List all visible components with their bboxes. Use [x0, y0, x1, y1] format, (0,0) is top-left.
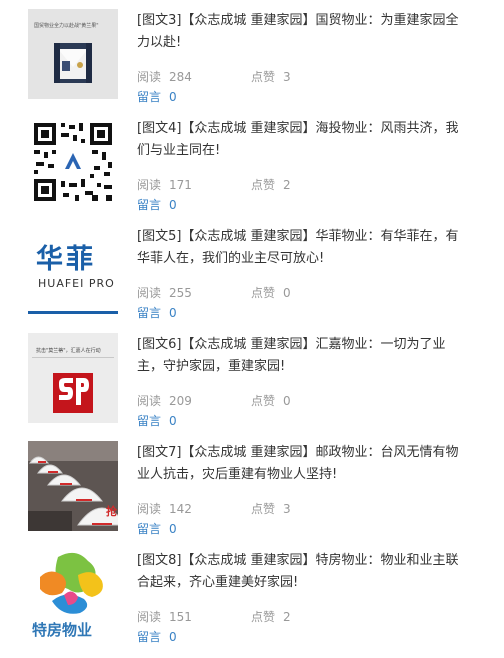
- article-list: 国贸物业全力以赴战"黄兰果" [图文3]【众志成城 重建家园】国贸物业：为重建家…: [0, 0, 504, 658]
- like-count: 点赞 0: [251, 286, 291, 300]
- read-count: 阅读 171: [137, 178, 192, 192]
- read-count: 阅读 284: [137, 70, 192, 84]
- article-thumbnail[interactable]: 特房物业: [28, 549, 118, 639]
- article-stats: 阅读 151 点赞 2: [137, 608, 437, 626]
- article-title[interactable]: [图文3]【众志成城 重建家园】国贸物业：为重建家园全力以赴!: [137, 10, 467, 54]
- article-thumbnail[interactable]: [28, 117, 118, 207]
- helmet-label: 抢: [106, 505, 117, 518]
- like-count: 点赞 2: [251, 610, 291, 624]
- comment-link[interactable]: 留言 0: [137, 88, 177, 105]
- article-item[interactable]: 抗击"莫兰蒂"，汇嘉人在行动 [图文6]【众志成城 重建家园】汇嘉物业：一切为了…: [0, 330, 504, 438]
- comment-link[interactable]: 留言 0: [137, 628, 177, 645]
- sp-logo-icon: [53, 373, 93, 413]
- article-thumbnail[interactable]: 国贸物业全力以赴战"黄兰果": [28, 9, 118, 99]
- like-count: 点赞 0: [251, 394, 291, 408]
- article-item[interactable]: 抢 [图文7]【众志成城 重建家园】邮政物业：台风无情有物业人抗击，灾后重建有物…: [0, 438, 504, 546]
- read-count: 阅读 209: [137, 394, 192, 408]
- article-title[interactable]: [图文6]【众志成城 重建家园】汇嘉物业：一切为了业主，守护家园，重建家园!: [137, 334, 467, 378]
- article-item[interactable]: 华菲 HUAFEI PRO [图文5]【众志成城 重建家园】华菲物业：有华菲在，…: [0, 222, 504, 330]
- like-count: 点赞 2: [251, 178, 291, 192]
- article-stats: 阅读 284 点赞 3: [137, 68, 437, 86]
- like-count: 点赞 3: [251, 502, 291, 516]
- article-stats: 阅读 209 点赞 0: [137, 392, 437, 410]
- article-item[interactable]: [图文4]【众志成城 重建家园】海投物业：风雨共济，我们与业主同在! 阅读 171…: [0, 114, 504, 222]
- article-stats: 阅读 171 点赞 2: [137, 176, 437, 194]
- article-title[interactable]: [图文5]【众志成城 重建家园】华菲物业：有华菲在，有华菲人在，我们的业主尽可放…: [137, 226, 467, 270]
- qr-code-icon: [34, 123, 112, 201]
- article-stats: 阅读 255 点赞 0: [137, 284, 437, 302]
- article-thumbnail[interactable]: 抢: [28, 441, 118, 531]
- tefang-logo: 特房物业: [32, 621, 93, 639]
- article-item[interactable]: 特房物业 [图文8]【众志成城 重建家园】特房物业：物业和业主联合起来，齐心重建…: [0, 546, 504, 654]
- comment-link[interactable]: 留言 0: [137, 412, 177, 429]
- comment-link[interactable]: 留言 0: [137, 520, 177, 537]
- helmets-photo: [28, 441, 118, 531]
- article-stats: 阅读 142 点赞 3: [137, 500, 437, 518]
- article-item[interactable]: 国贸物业全力以赴战"黄兰果" [图文3]【众志成城 重建家园】国贸物业：为重建家…: [0, 6, 504, 114]
- tefang-logo-icon: [40, 552, 103, 614]
- article-thumbnail[interactable]: 华菲 HUAFEI PRO: [28, 225, 118, 315]
- article-title[interactable]: [图文8]【众志成城 重建家园】特房物业：物业和业主联合起来，齐心重建美好家园!: [137, 550, 467, 594]
- article-title[interactable]: [图文7]【众志成城 重建家园】邮政物业：台风无情有物业人抗击，灾后重建有物业人…: [137, 442, 467, 486]
- read-count: 阅读 151: [137, 610, 192, 624]
- security-guard-photo: [54, 43, 92, 83]
- comment-link[interactable]: 留言 0: [137, 196, 177, 213]
- huafei-logo-subtext: HUAFEI PRO: [38, 277, 115, 290]
- read-count: 阅读 255: [137, 286, 192, 300]
- divider: [28, 311, 118, 314]
- huafei-logo: 华菲: [36, 244, 96, 275]
- like-count: 点赞 3: [251, 70, 291, 84]
- read-count: 阅读 142: [137, 502, 192, 516]
- comment-link[interactable]: 留言 0: [137, 304, 177, 321]
- article-title[interactable]: [图文4]【众志成城 重建家园】海投物业：风雨共济，我们与业主同在!: [137, 118, 467, 162]
- article-thumbnail[interactable]: 抗击"莫兰蒂"，汇嘉人在行动: [28, 333, 118, 423]
